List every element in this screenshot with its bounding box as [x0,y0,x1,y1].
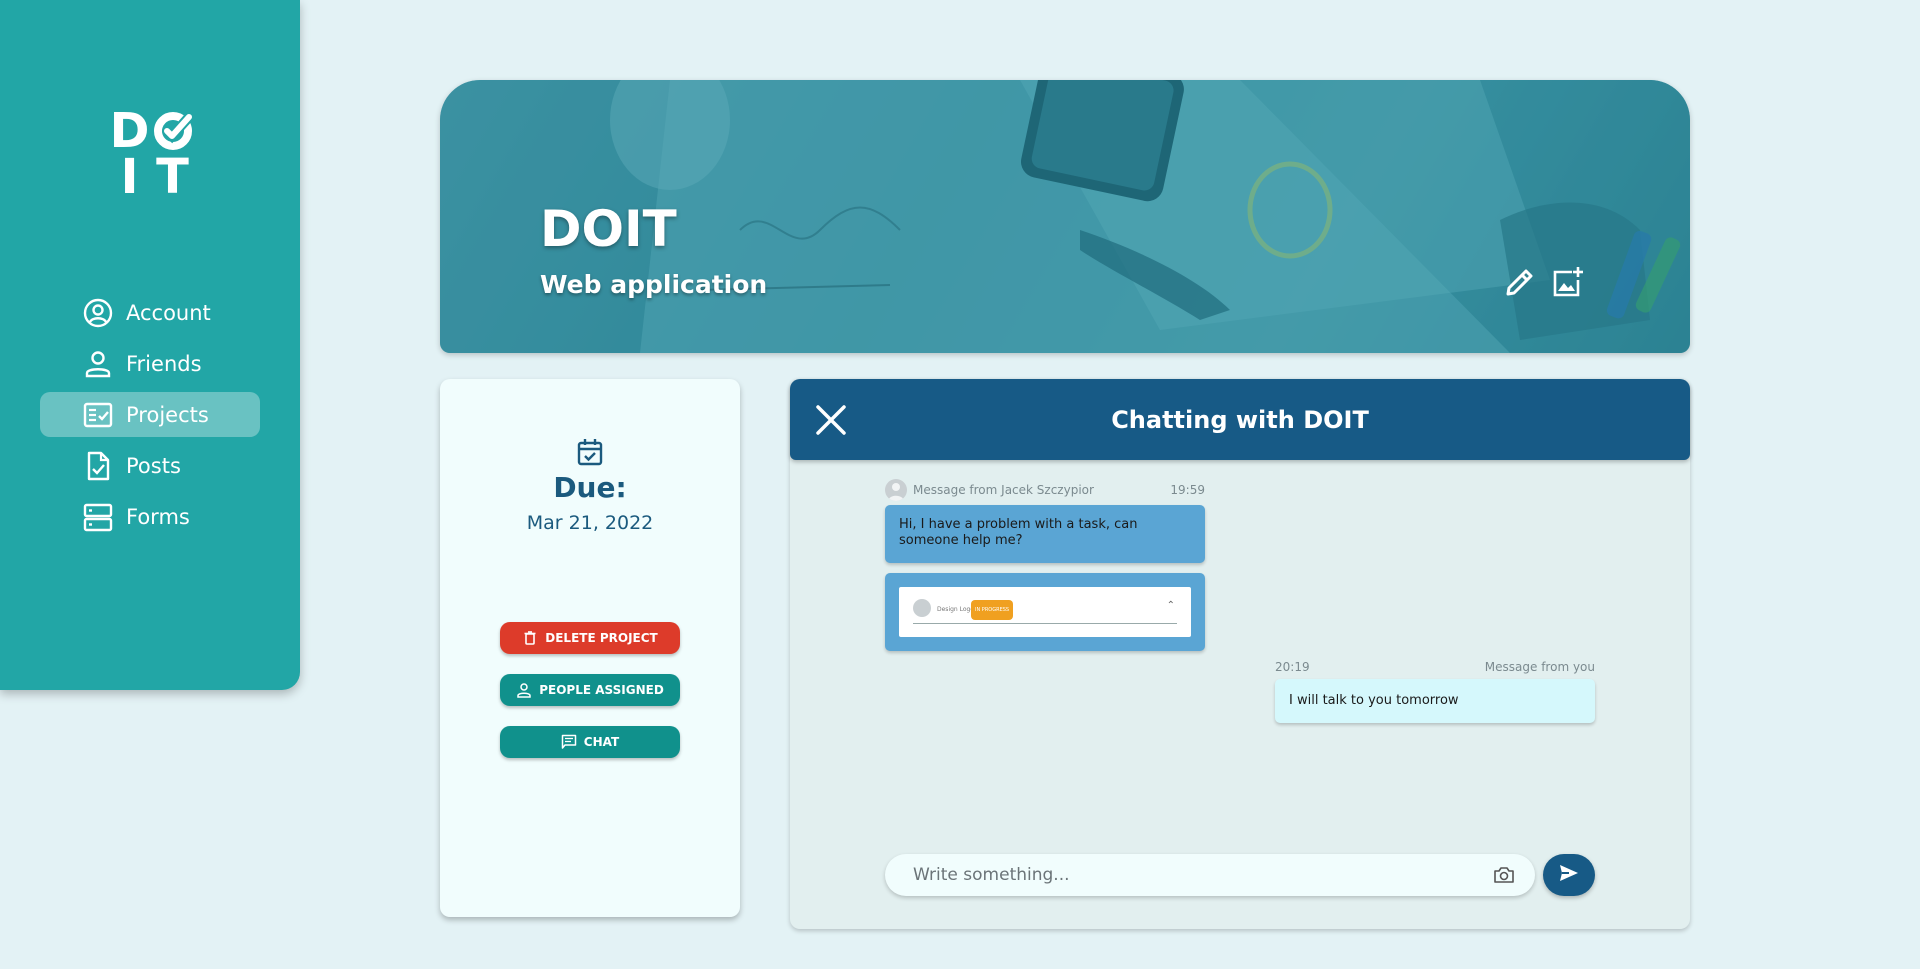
sidebar-item-forms[interactable]: Forms [40,494,260,539]
banner-title: DOIT [540,200,677,258]
chat-icon [561,734,577,750]
avatar [913,599,931,617]
chat-button[interactable]: CHAT [500,726,680,758]
sidebar: D I T Account Friends Projects Posts For… [0,0,300,690]
pencil-icon[interactable] [1502,264,1538,300]
sidebar-item-label: Account [126,300,211,325]
sidebar-item-label: Posts [126,453,181,478]
people-assigned-label: PEOPLE ASSIGNED [539,683,664,697]
divider [913,623,1177,624]
chat-input-container [885,854,1535,896]
chat-header: Chatting with DOIT [790,379,1690,460]
trash-icon [522,630,538,646]
chat-title: Chatting with DOIT [1111,405,1369,434]
sidebar-item-account[interactable]: Account [40,290,260,335]
forms-icon [82,501,114,533]
doit-logo[interactable]: D I T [108,103,194,205]
add-image-icon[interactable] [1550,264,1586,300]
attachment-bubble[interactable]: Design Logo IN PROGRESS ⌃ [885,573,1205,651]
delete-project-button[interactable]: DELETE PROJECT [500,622,680,654]
logo-letter-i: I [120,149,139,205]
message-time: 20:19 [1275,660,1310,674]
message-text: Hi, I have a problem with a task, can so… [899,517,1138,548]
message-time: 19:59 [1170,483,1205,497]
banner-subtitle: Web application [540,270,768,299]
message-meta: Message from Jacek Szczypior 19:59 [885,479,1205,501]
calendar-check-icon [575,437,605,467]
incoming-message-bubble: Hi, I have a problem with a task, can so… [885,505,1205,563]
close-icon[interactable] [812,401,850,439]
outgoing-message-bubble: I will talk to you tomorrow [1275,679,1595,723]
send-icon [1558,863,1580,887]
person-icon [516,682,532,698]
sidebar-item-label: Friends [126,351,202,376]
chevron-up-icon: ⌃ [1166,600,1175,611]
due-date: Mar 21, 2022 [526,512,654,534]
attachment-preview[interactable]: Design Logo IN PROGRESS ⌃ [899,587,1191,637]
logo-letter-t: T [156,149,189,205]
account-circle-icon [82,297,114,329]
message-input[interactable] [913,854,1473,896]
people-assigned-button[interactable]: PEOPLE ASSIGNED [500,674,680,706]
check-o-icon [151,108,194,154]
chat-label: CHAT [583,735,620,749]
message-sender: Message from you [1484,660,1595,674]
message-meta: 20:19 Message from you [1275,659,1595,675]
send-button[interactable] [1543,854,1595,896]
sidebar-item-label: Projects [126,402,209,427]
status-badge: IN PROGRESS [971,600,1014,620]
sidebar-nav: Account Friends Projects Posts Forms [40,290,260,545]
sidebar-item-friends[interactable]: Friends [40,341,260,386]
camera-icon[interactable] [1493,864,1515,886]
attachment-title: Design Logo [937,606,975,613]
document-check-icon [82,450,114,482]
delete-project-label: DELETE PROJECT [545,631,658,645]
avatar [885,479,907,501]
project-info-card: Due: Mar 21, 2022 DELETE PROJECT PEOPLE … [440,379,740,917]
due-label: Due: [553,471,627,504]
sidebar-item-posts[interactable]: Posts [40,443,260,488]
person-icon [82,348,114,380]
projects-checklist-icon [82,399,114,431]
chat-panel: Chatting with DOIT Message from Jacek Sz… [790,379,1690,929]
sidebar-item-label: Forms [126,504,190,529]
message-text: I will talk to you tomorrow [1289,693,1459,708]
project-banner: DOIT Web application [440,80,1690,353]
sidebar-item-projects[interactable]: Projects [40,392,260,437]
logo-letter-d: D [109,103,150,159]
message-sender: Message from Jacek Szczypior [913,483,1094,497]
